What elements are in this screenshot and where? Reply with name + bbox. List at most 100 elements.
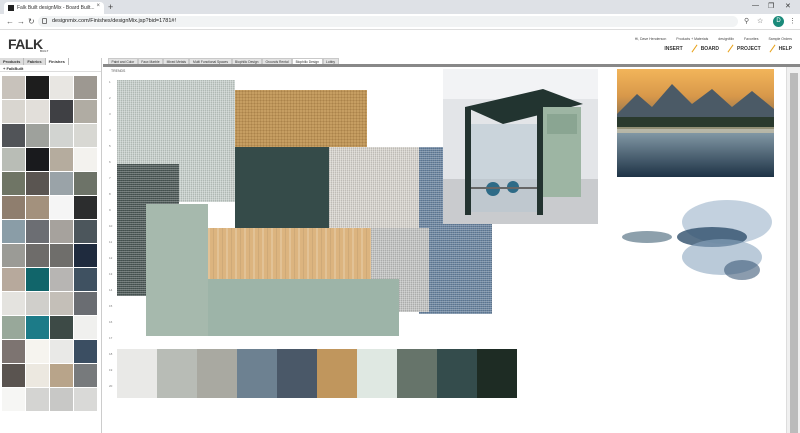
swatch-tile[interactable] xyxy=(74,100,97,123)
tab-fabrics[interactable]: Fabrics xyxy=(24,58,46,65)
link-favorites[interactable]: Favorites xyxy=(744,37,758,41)
swatch-tile[interactable] xyxy=(50,100,73,123)
palette-chip[interactable] xyxy=(477,349,517,398)
swatch-tile[interactable] xyxy=(2,100,25,123)
tab-products[interactable]: Products xyxy=(0,58,25,65)
link-sample-orders[interactable]: Sample Orders xyxy=(768,37,792,41)
swatch-tile[interactable] xyxy=(74,292,97,315)
swatch-tile[interactable] xyxy=(2,316,25,339)
swatch-tile[interactable] xyxy=(74,196,97,219)
swatch-tile[interactable] xyxy=(50,124,73,147)
swatch-tile[interactable] xyxy=(74,244,97,267)
swatch-tile[interactable] xyxy=(2,388,25,411)
swatch-tile[interactable] xyxy=(74,148,97,171)
swatch-tile[interactable] xyxy=(74,364,97,387)
nav-insert[interactable]: INSERT xyxy=(664,46,682,52)
swatch-tile[interactable] xyxy=(26,388,49,411)
swatch-tile[interactable] xyxy=(26,220,49,243)
swatch-tile[interactable] xyxy=(74,388,97,411)
swatch-tile[interactable] xyxy=(74,220,97,243)
back-icon[interactable]: ← xyxy=(6,17,14,26)
mountain-lake-photo[interactable] xyxy=(617,69,774,177)
swatch-tile[interactable] xyxy=(74,172,97,195)
swatch-tile[interactable] xyxy=(50,244,73,267)
swatch-tile[interactable] xyxy=(2,292,25,315)
swatch-tile[interactable] xyxy=(26,244,49,267)
forward-icon[interactable]: → xyxy=(17,17,25,26)
swatch-tile[interactable] xyxy=(2,244,25,267)
minimize-icon[interactable]: — xyxy=(752,2,759,9)
swatch-tile[interactable] xyxy=(2,148,25,171)
swatch-tile[interactable] xyxy=(26,196,49,219)
swatch-tile[interactable] xyxy=(2,196,25,219)
close-window-icon[interactable]: ✕ xyxy=(785,2,791,10)
swatch-tile[interactable] xyxy=(50,388,73,411)
nav-board[interactable]: BOARD xyxy=(701,46,719,52)
swatch-tile[interactable] xyxy=(50,268,73,291)
nav-project[interactable]: PROJECT xyxy=(737,46,761,52)
office-pod-photo[interactable] xyxy=(443,69,598,224)
swatch-tile[interactable] xyxy=(26,340,49,363)
swatch-tile[interactable] xyxy=(74,316,97,339)
swatch-tile[interactable] xyxy=(74,76,97,99)
swatch-tile[interactable] xyxy=(50,172,73,195)
watercolor-landscape[interactable] xyxy=(617,192,774,288)
tile-sage-green[interactable] xyxy=(146,204,208,336)
swatch-tile[interactable] xyxy=(2,172,25,195)
swatch-tile[interactable] xyxy=(50,148,73,171)
palette-chip[interactable] xyxy=(197,349,237,398)
swatch-tile[interactable] xyxy=(74,124,97,147)
palette-chip[interactable] xyxy=(317,349,357,398)
swatch-tile[interactable] xyxy=(50,292,73,315)
search-icon[interactable]: ⚲ xyxy=(744,17,749,25)
tile-sage-panel[interactable] xyxy=(208,279,399,336)
menu-icon[interactable]: ⋮ xyxy=(789,17,796,25)
link-products[interactable]: Products + Materials xyxy=(676,37,708,41)
palette-chip[interactable] xyxy=(277,349,317,398)
tab-finishes[interactable]: Finishes xyxy=(45,58,69,65)
palette-chip[interactable] xyxy=(397,349,437,398)
folder-falkbuilt[interactable]: + FalkBuilt xyxy=(0,65,101,72)
swatch-tile[interactable] xyxy=(26,268,49,291)
swatch-tile[interactable] xyxy=(50,196,73,219)
tile-dark-teal[interactable] xyxy=(235,147,329,229)
swatch-tile[interactable] xyxy=(2,340,25,363)
palette-chip[interactable] xyxy=(157,349,197,398)
swatch-tile[interactable] xyxy=(2,364,25,387)
browser-tab[interactable]: Falk Built designMix - Board Built... × xyxy=(4,2,104,14)
new-tab-button[interactable]: + xyxy=(108,2,113,12)
link-user[interactable]: Hi, Dave Henderson xyxy=(635,37,667,41)
reload-icon[interactable]: ↻ xyxy=(28,17,35,26)
swatch-tile[interactable] xyxy=(26,316,49,339)
tab-close-icon[interactable]: × xyxy=(96,3,100,9)
swatch-tile[interactable] xyxy=(50,340,73,363)
swatch-tile[interactable] xyxy=(50,76,73,99)
swatch-tile[interactable] xyxy=(2,76,25,99)
swatch-tile[interactable] xyxy=(50,220,73,243)
scrollbar-thumb[interactable] xyxy=(790,73,798,433)
swatch-tile[interactable] xyxy=(2,268,25,291)
swatch-tile[interactable] xyxy=(26,292,49,315)
board-scrollbar[interactable] xyxy=(786,67,800,433)
swatch-tile[interactable] xyxy=(2,220,25,243)
swatch-tile[interactable] xyxy=(26,172,49,195)
swatch-tile[interactable] xyxy=(26,76,49,99)
tile-oak-wood[interactable] xyxy=(208,228,371,279)
swatch-tile[interactable] xyxy=(74,268,97,291)
tile-cork[interactable] xyxy=(235,90,367,147)
swatch-tile[interactable] xyxy=(74,340,97,363)
palette-chip[interactable] xyxy=(437,349,477,398)
swatch-tile[interactable] xyxy=(26,364,49,387)
nav-help[interactable]: HELP xyxy=(779,46,792,52)
swatch-tile[interactable] xyxy=(50,364,73,387)
maximize-icon[interactable]: ❐ xyxy=(768,2,774,10)
logo[interactable]: FALK xyxy=(8,36,43,52)
swatch-tile[interactable] xyxy=(26,148,49,171)
star-icon[interactable]: ☆ xyxy=(757,17,763,25)
palette-chip[interactable] xyxy=(237,349,277,398)
swatch-tile[interactable] xyxy=(50,316,73,339)
link-designmix[interactable]: designMix xyxy=(718,37,734,41)
swatch-tile[interactable] xyxy=(26,124,49,147)
palette-chip[interactable] xyxy=(117,349,157,398)
address-bar[interactable]: designmix.com/Finishes/designMix.jsp?bid… xyxy=(38,16,738,27)
